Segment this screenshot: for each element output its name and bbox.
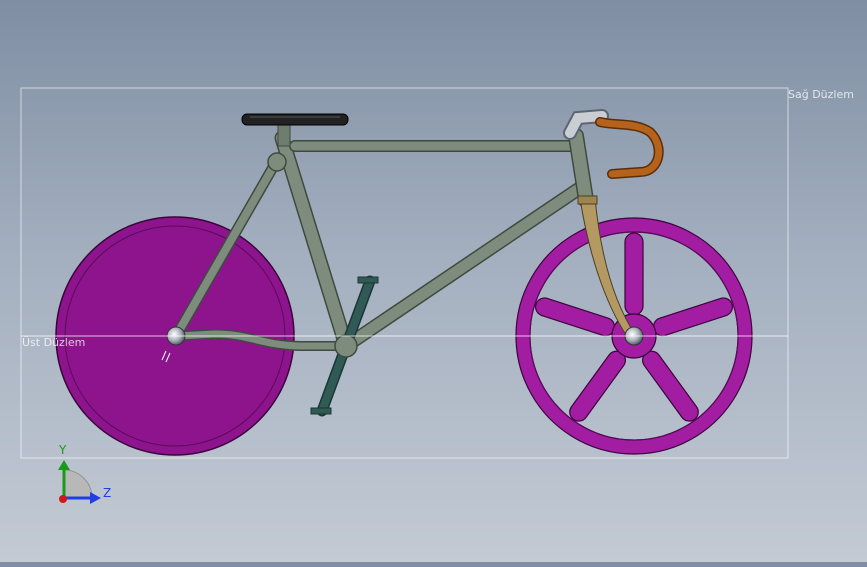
- right-plane-label[interactable]: Sağ Düzlem: [788, 88, 854, 101]
- top-plane-label[interactable]: Üst Düzlem: [22, 336, 85, 349]
- axis-z-label: Z: [103, 486, 112, 500]
- axis-y-label: Y: [59, 443, 67, 457]
- cad-viewport[interactable]: Sağ Düzlem Üst Düzlem Y Z: [0, 0, 867, 562]
- bicycle-model-canvas: [20, 87, 789, 504]
- reference-triad: [58, 460, 101, 504]
